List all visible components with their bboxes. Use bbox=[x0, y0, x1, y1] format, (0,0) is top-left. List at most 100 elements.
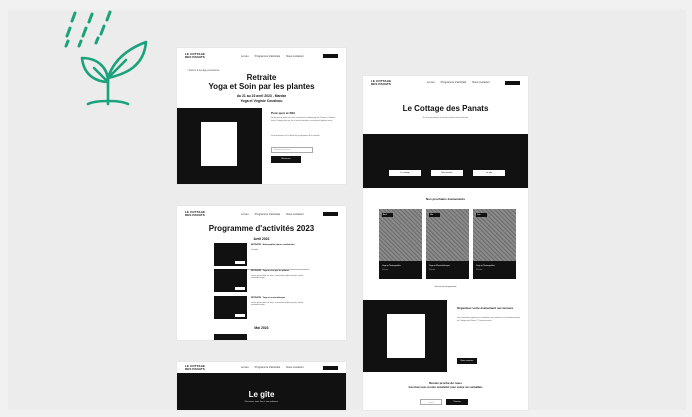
home-intro: Un lieu pensé pour le ressourcement et l… bbox=[422, 117, 469, 119]
brand-line-2: DES PANATS bbox=[371, 81, 391, 86]
nav-link-programme[interactable]: Programme d'activités bbox=[255, 213, 281, 216]
events-link[interactable]: Voir tout le programme bbox=[363, 286, 528, 289]
hosts-text: Yoga et Virginie Cousinou bbox=[240, 99, 283, 103]
event-heading: RETRAITE - Yoga et soin par les plantes bbox=[251, 270, 290, 272]
hero-image-block bbox=[177, 108, 262, 184]
nav-link-contact[interactable]: Nous contacter bbox=[286, 213, 303, 216]
event-row-3[interactable]: RETRAITE - Yoga et musicothérapie Lorem … bbox=[214, 296, 309, 320]
nav-link-lieu[interactable]: Le lieu bbox=[241, 55, 249, 58]
nav-cta-button[interactable] bbox=[323, 365, 338, 370]
title-line-1: Retraite bbox=[246, 73, 277, 82]
places-input[interactable]: Nombre de places bbox=[271, 147, 313, 153]
event-card-footer: Yoga et Musicothérapie Retraite bbox=[426, 261, 469, 279]
brand-logo[interactable]: LE COTTAGE DES PANATS bbox=[185, 364, 211, 371]
nav-cta-button[interactable] bbox=[323, 54, 338, 58]
event-card-footer: Yoga et Naturopathie Retraite bbox=[473, 261, 516, 279]
thumbnail-button bbox=[235, 261, 245, 264]
reserve-button-label: Réserver bbox=[281, 158, 291, 160]
event-card-sub: Retraite bbox=[476, 269, 483, 271]
newsletter-input[interactable]: Email bbox=[420, 399, 442, 405]
side-heading: Pour quoi et 30H bbox=[271, 111, 295, 115]
event-card-3[interactable]: Juin Yoga et Naturopathie Retraite bbox=[473, 209, 516, 279]
event-card-tag-label: Juin bbox=[477, 213, 481, 216]
hero-button-label: Le cottage bbox=[400, 171, 410, 174]
newsletter-button-label: S'inscrire bbox=[453, 400, 461, 403]
nav-cta-button[interactable] bbox=[505, 80, 520, 85]
nav-link-contact[interactable]: Nous contacter bbox=[472, 81, 489, 84]
home-hero: Le cottage Nos activités Le gîte bbox=[363, 134, 528, 188]
back-link[interactable]: < Retour à la page précédente bbox=[187, 69, 219, 72]
gite-hero: Le gîte Découvrez notre lieu et son ambi… bbox=[177, 373, 346, 410]
event-thumbnail bbox=[214, 243, 247, 266]
event-card-2[interactable]: Mai Yoga et Musicothérapie Retraite bbox=[426, 209, 469, 279]
page-title: Retraite Yoga et Soin par les plantes bbox=[177, 73, 346, 91]
nav-link-contact[interactable]: Nous contacter bbox=[286, 366, 303, 369]
brand-logo[interactable]: LE COTTAGE DES PANATS bbox=[185, 53, 211, 59]
side-text: Lorem ipsum dolor sit amet, consectetur … bbox=[271, 117, 336, 122]
newsletter-sub: Inscrivez-vous à notre newsletter pour s… bbox=[408, 386, 483, 389]
event-thumbnail bbox=[214, 296, 247, 319]
brand-line-2: DES PANATS bbox=[185, 366, 205, 371]
event-card-footer: Yoga et Naturopathie Retraite bbox=[379, 261, 422, 279]
month-april: Avril 2023 bbox=[253, 237, 270, 241]
org-contact-button[interactable]: Nous contacter bbox=[457, 358, 477, 364]
org-contact-button-label: Nous contacter bbox=[460, 359, 474, 362]
board-retreat-detail: LE COTTAGE DES PANATS Le lieu Programme … bbox=[177, 48, 346, 184]
event-card-title: Yoga et Naturopathie bbox=[476, 265, 495, 267]
event-sub: Lorem ipsum dolor sit amet, consectetur … bbox=[251, 275, 304, 280]
top-nav: LE COTTAGE DES PANATS Le lieu Programme … bbox=[177, 48, 346, 64]
event-card-sub: Retraite bbox=[382, 269, 389, 271]
places-input-placeholder: Nombre de places bbox=[274, 149, 291, 151]
board-home: LE COTTAGE DES PANATS Le lieu Programme … bbox=[363, 76, 528, 410]
event-row-1[interactable]: RETRAITE - Naturopathie plantes médicina… bbox=[214, 243, 309, 267]
reserve-button[interactable]: Réserver bbox=[271, 156, 301, 163]
event-card-tag: Mai bbox=[429, 213, 440, 217]
nav-link-contact[interactable]: Nous contacter bbox=[286, 55, 303, 58]
event-card-sub: Retraite bbox=[429, 269, 436, 271]
event-row-2[interactable]: RETRAITE - Yoga et soin par les plantes … bbox=[214, 269, 309, 293]
event-card-1[interactable]: Avril Yoga et Naturopathie Retraite bbox=[379, 209, 422, 279]
event-card-tag: Avril bbox=[382, 213, 393, 217]
newsletter-title: Restez proche de nous bbox=[429, 381, 462, 385]
event-sub: Lorem ipsum dolor sit amet, consectetur … bbox=[251, 302, 304, 307]
hero-button-activites[interactable]: Nos activités bbox=[431, 170, 463, 176]
events-title: Nos prochains événements bbox=[425, 197, 465, 201]
board-programme: LE COTTAGE DES PANATS Le lieu Programme … bbox=[177, 206, 346, 340]
event-thumbnail bbox=[214, 334, 247, 340]
thumbnail-button bbox=[235, 287, 245, 290]
event-card-tag-label: Avril bbox=[383, 213, 387, 216]
event-card-title: Yoga et Naturopathie bbox=[382, 265, 401, 267]
event-sub: Complet bbox=[251, 249, 259, 251]
nav-link-lieu[interactable]: Le lieu bbox=[241, 366, 249, 369]
event-heading: RETRAITE - Yoga et musicothérapie bbox=[251, 297, 286, 299]
side-text-2: Vous trouverez ici le détail du programm… bbox=[271, 135, 321, 137]
nav-link-lieu[interactable]: Le lieu bbox=[241, 213, 249, 216]
title-line-2: Yoga et Soin par les plantes bbox=[208, 82, 315, 91]
org-image-block bbox=[363, 300, 447, 372]
image-placeholder bbox=[387, 314, 425, 358]
event-card-title: Yoga et Musicothérapie bbox=[429, 265, 450, 267]
hero-button-label: Le gîte bbox=[485, 171, 493, 174]
event-card-tag: Juin bbox=[476, 213, 487, 217]
newsletter-input-placeholder: Email bbox=[428, 401, 434, 404]
top-nav: LE COTTAGE DES PANATS Le lieu Programme … bbox=[363, 76, 528, 89]
sprout-icon bbox=[80, 40, 148, 106]
board-gite: LE COTTAGE DES PANATS Le lieu Programme … bbox=[177, 362, 346, 410]
thumbnail-button bbox=[235, 314, 245, 317]
nav-link-programme[interactable]: Programme d'activités bbox=[255, 366, 281, 369]
nav-cta-button[interactable] bbox=[323, 212, 338, 216]
nav-link-programme[interactable]: Programme d'activités bbox=[255, 55, 281, 58]
hero-button-cottage[interactable]: Le cottage bbox=[389, 170, 421, 176]
hero-button-gite[interactable]: Le gîte bbox=[473, 170, 505, 176]
nav-link-programme[interactable]: Programme d'activités bbox=[441, 81, 467, 84]
newsletter-button[interactable]: S'inscrire bbox=[446, 399, 468, 405]
brand-logo[interactable]: LE COTTAGE DES PANATS bbox=[185, 211, 211, 217]
top-nav: LE COTTAGE DES PANATS Le lieu Programme … bbox=[177, 206, 346, 222]
rain-drops-icon bbox=[64, 10, 112, 48]
brand-logo[interactable]: LE COTTAGE DES PANATS bbox=[371, 79, 397, 86]
brand-line-2: DES PANATS bbox=[185, 55, 205, 59]
gite-title: Le gîte bbox=[248, 390, 275, 399]
month-may: Mai 2023 bbox=[254, 326, 269, 330]
event-thumbnail bbox=[214, 269, 247, 292]
nav-link-lieu[interactable]: Le lieu bbox=[427, 81, 435, 84]
